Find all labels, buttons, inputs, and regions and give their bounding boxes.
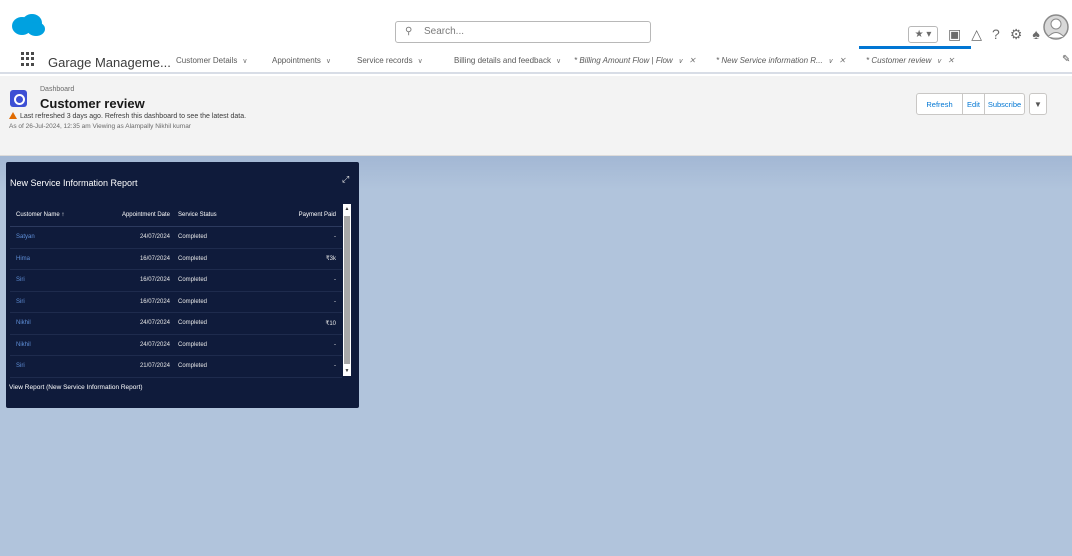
appointment-date: 21/07/2024 [139, 363, 170, 370]
service-status: Completed [178, 255, 208, 262]
app-navigation-bar: Garage Manageme... Customer Details ∨ App… [0, 46, 1072, 74]
header-utility-icons: ★ ▾ ▣ △ ? ⚙ ♠ [908, 24, 1040, 44]
customer-name-link[interactable]: Siri [10, 299, 100, 305]
refresh-warning: Last refreshed 3 days ago. Refresh this … [9, 112, 246, 120]
table-row: Siri 21/07/2024 Completed - [10, 356, 342, 378]
close-icon[interactable]: ✕ [947, 56, 954, 65]
report-table: Customer Name ↑ Appointment Date Service… [10, 204, 342, 378]
close-icon[interactable]: ✕ [839, 56, 846, 65]
search-icon: ⚲ [405, 26, 413, 37]
service-status: Completed [178, 320, 208, 327]
chevron-down-icon[interactable]: ∨ [556, 58, 561, 65]
search-placeholder: Search... [424, 26, 465, 37]
page-title: Customer review [40, 96, 145, 111]
table-row: Siri 16/07/2024 Completed - [10, 270, 342, 292]
dashboard-actions: Refresh Edit Subscribe ▼ [916, 93, 1047, 115]
customer-name-link[interactable]: Nikhil [10, 342, 100, 348]
payment-paid: - [334, 298, 336, 305]
view-report-link[interactable]: View Report (New Service Information Rep… [9, 384, 143, 391]
appointment-date: 16/07/2024 [139, 298, 170, 305]
chevron-down-icon[interactable]: ∨ [678, 58, 683, 65]
close-icon[interactable]: ✕ [689, 56, 696, 65]
column-header-service-status[interactable]: Service Status [170, 212, 248, 218]
table-row: Nikhil 24/07/2024 Completed ₹10 [10, 313, 342, 335]
customer-name-link[interactable]: Siri [10, 277, 100, 283]
chevron-down-icon[interactable]: ∨ [326, 58, 331, 65]
column-header-customer-name[interactable]: Customer Name ↑ [10, 212, 100, 218]
column-header-payment-paid[interactable]: Payment Paid [248, 212, 336, 218]
appointment-date: 24/07/2024 [139, 341, 170, 348]
table-row: Satyan 24/07/2024 Completed - [10, 227, 342, 249]
appointment-date: 24/07/2024 [139, 320, 170, 327]
user-avatar[interactable] [1043, 12, 1069, 42]
warning-icon [9, 112, 17, 119]
table-scrollbar[interactable]: ▲ ▼ [343, 204, 351, 376]
tab-customer-review[interactable]: * Customer review ∨ ✕ [866, 56, 954, 65]
payment-paid: - [334, 277, 336, 284]
help-icon[interactable]: ? [992, 26, 1000, 42]
customer-name-link[interactable]: Nikhil [10, 320, 100, 326]
customer-name-link[interactable]: Satyan [10, 234, 100, 240]
salesforce-logo[interactable] [10, 12, 46, 38]
dashboard-type-label: Dashboard [40, 86, 75, 93]
app-launcher-icon[interactable] [21, 52, 35, 66]
table-row: Nikhil 24/07/2024 Completed - [10, 335, 342, 356]
column-header-appointment-date[interactable]: Appointment Date [100, 212, 170, 218]
service-status: Completed [178, 363, 208, 370]
service-status: Completed [178, 277, 208, 284]
payment-paid: - [334, 363, 336, 370]
appointment-date: 16/07/2024 [139, 277, 170, 284]
favorites-button[interactable]: ★ ▾ [908, 25, 938, 43]
trailhead-icon[interactable]: △ [971, 26, 982, 43]
appointment-date: 16/07/2024 [139, 255, 170, 262]
scrollbar-thumb[interactable] [344, 216, 350, 364]
payment-paid: ₹10 [325, 320, 337, 327]
chevron-down-icon[interactable]: ∨ [828, 58, 833, 65]
nav-item-customer-details[interactable]: Customer Details ∨ [176, 56, 247, 65]
plus-square-icon[interactable]: ▣ [948, 26, 961, 43]
customer-name-link[interactable]: Siri [10, 363, 100, 369]
nav-item-appointments[interactable]: Appointments ∨ [272, 56, 331, 65]
appointment-date: 24/07/2024 [139, 234, 170, 241]
global-search-input[interactable]: ⚲ Search... [395, 21, 651, 43]
expand-icon[interactable]: ⤢ [342, 174, 349, 185]
service-status: Completed [178, 234, 208, 241]
payment-paid: - [334, 234, 336, 241]
scroll-up-icon[interactable]: ▲ [343, 206, 351, 212]
table-row: Siri 16/07/2024 Completed - [10, 292, 342, 313]
global-header: ⚲ Search... ★ ▾ ▣ △ ? ⚙ ♠ [0, 0, 1072, 46]
widget-title: New Service Information Report [10, 178, 138, 188]
dashboard-icon [10, 90, 27, 107]
refresh-button[interactable]: Refresh [916, 93, 963, 115]
chevron-down-icon[interactable]: ∨ [242, 58, 247, 65]
dashboard-header: Dashboard Customer review Last refreshed… [0, 76, 1072, 156]
customer-name-link[interactable]: Hima [10, 256, 100, 262]
edit-nav-icon[interactable]: ✎ [1062, 54, 1070, 65]
more-actions-button[interactable]: ▼ [1029, 93, 1047, 115]
table-row: Hima 16/07/2024 Completed ₹3k [10, 249, 342, 270]
scroll-down-icon[interactable]: ▼ [343, 368, 351, 374]
nav-item-billing-details[interactable]: Billing details and feedback ∨ [454, 56, 561, 65]
service-status: Completed [178, 341, 208, 348]
service-status: Completed [178, 298, 208, 305]
as-of-text: As of 26-Jul-2024, 12:35 am Viewing as A… [9, 123, 191, 130]
table-header: Customer Name ↑ Appointment Date Service… [10, 204, 342, 227]
active-tab-indicator [859, 46, 971, 49]
chevron-down-icon[interactable]: ∨ [936, 58, 941, 65]
tab-new-service-information[interactable]: * New Service information R... ∨ ✕ [716, 56, 846, 65]
bell-icon[interactable]: ♠ [1032, 26, 1039, 42]
report-widget: New Service Information Report ⤢ Custome… [6, 162, 359, 408]
tab-billing-amount-flow[interactable]: * Billing Amount Flow | Flow ∨ ✕ [574, 56, 696, 65]
nav-item-service-records[interactable]: Service records ∨ [357, 56, 423, 65]
chevron-down-icon[interactable]: ∨ [418, 58, 423, 65]
gear-icon[interactable]: ⚙ [1010, 26, 1023, 43]
edit-button[interactable]: Edit [962, 93, 985, 115]
subscribe-button[interactable]: Subscribe [984, 93, 1025, 115]
payment-paid: ₹3k [325, 256, 336, 263]
app-name: Garage Manageme... [48, 55, 171, 70]
payment-paid: - [334, 341, 336, 348]
